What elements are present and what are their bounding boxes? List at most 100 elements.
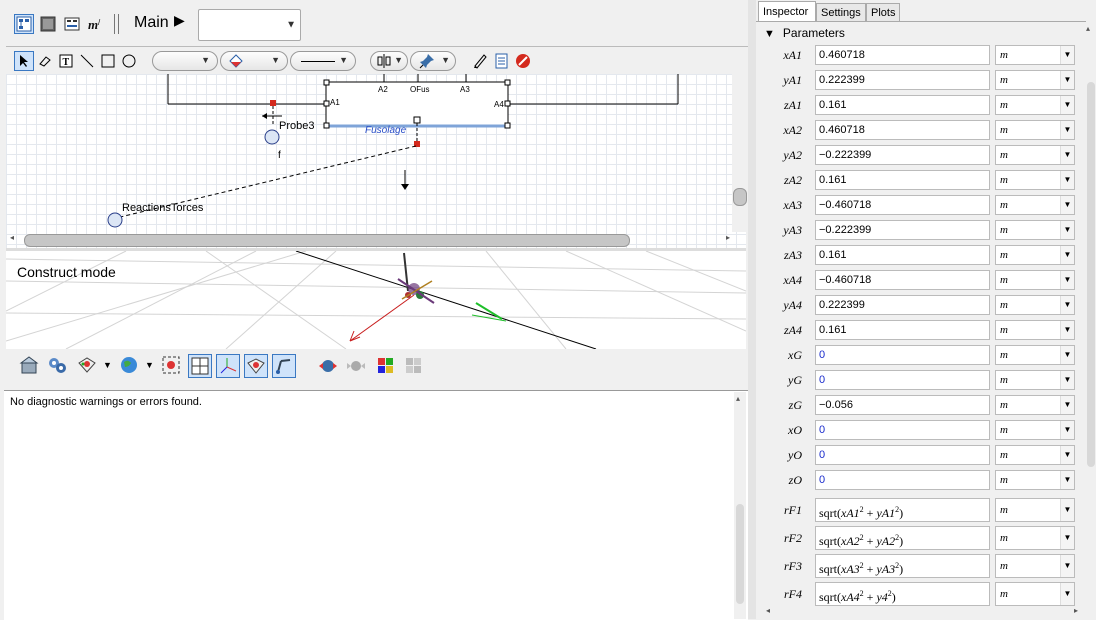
chevron-down-icon[interactable]: ▼ bbox=[1060, 583, 1074, 605]
unit-select[interactable]: m ▼ bbox=[995, 170, 1075, 190]
unit-select[interactable]: m ▼ bbox=[995, 445, 1075, 465]
gears-icon[interactable] bbox=[46, 354, 68, 376]
diagram-vscrollbar[interactable] bbox=[732, 74, 747, 232]
eraser-icon[interactable] bbox=[35, 51, 55, 71]
parameter-expression-input[interactable]: sqrt(xA12 + yA12) bbox=[815, 498, 990, 522]
parameter-expression-input[interactable]: sqrt(xA22 + yA22) bbox=[815, 526, 990, 550]
unit-select[interactable]: m ▼ bbox=[995, 320, 1075, 340]
parameter-value-input[interactable]: −0.460718 bbox=[815, 270, 990, 290]
diagram-vscroll-thumb[interactable] bbox=[733, 188, 747, 206]
scroll-left-icon[interactable]: ◂ bbox=[766, 606, 770, 615]
chevron-down-icon[interactable]: ▼ bbox=[1060, 499, 1074, 521]
unit-select[interactable]: m ▼ bbox=[995, 70, 1075, 90]
chevron-down-icon[interactable]: ▼ bbox=[1060, 446, 1074, 464]
unit-select[interactable]: m ▼ bbox=[995, 295, 1075, 315]
parameter-value-input[interactable]: −0.056 bbox=[815, 395, 990, 415]
text-tool-icon[interactable]: T bbox=[56, 51, 76, 71]
align-dropdown[interactable]: ▼ bbox=[370, 51, 408, 71]
parameter-value-input[interactable]: 0.161 bbox=[815, 320, 990, 340]
scroll-up-icon[interactable]: ▴ bbox=[736, 394, 740, 403]
unit-select[interactable]: m ▼ bbox=[995, 195, 1075, 215]
ellipse-tool-icon[interactable] bbox=[119, 51, 139, 71]
select-arrow-icon[interactable] bbox=[14, 51, 34, 71]
unit-select[interactable]: m ▼ bbox=[995, 270, 1075, 290]
unit-select[interactable]: m ▼ bbox=[995, 95, 1075, 115]
chevron-down-icon[interactable]: ▼ bbox=[1060, 96, 1074, 114]
chevron-down-icon[interactable]: ▼ bbox=[1060, 46, 1074, 64]
scroll-right-icon[interactable]: ▸ bbox=[726, 233, 730, 242]
puzzle-gray-icon[interactable] bbox=[402, 354, 426, 378]
rectangle-tool-icon[interactable] bbox=[98, 51, 118, 71]
fit-view-icon[interactable] bbox=[160, 354, 182, 376]
scroll-up-icon[interactable]: ▴ bbox=[1086, 24, 1090, 33]
tab-inspector[interactable]: Inspector bbox=[758, 1, 816, 21]
diagram-hscroll-thumb[interactable] bbox=[24, 234, 630, 247]
scroll-left-icon[interactable]: ◂ bbox=[10, 233, 14, 242]
axes-toggle-icon[interactable] bbox=[216, 354, 240, 378]
unit-select[interactable]: m ▼ bbox=[995, 498, 1075, 522]
chevron-down-icon[interactable]: ▼ bbox=[1060, 555, 1074, 577]
pen-icon[interactable] bbox=[470, 51, 490, 71]
connector-dropdown[interactable]: ▼ bbox=[410, 51, 456, 71]
collapse-triangle-icon[interactable]: ▼ bbox=[764, 28, 775, 40]
parameter-value-input[interactable]: 0.460718 bbox=[815, 45, 990, 65]
parameters-section-header[interactable]: ▼ Parameters bbox=[764, 26, 845, 40]
parameter-value-input[interactable]: −0.222399 bbox=[815, 220, 990, 240]
inspector-vscrollbar[interactable]: ▴ bbox=[1086, 22, 1096, 619]
component-toggle-icon[interactable] bbox=[244, 354, 268, 378]
parameter-value-input[interactable]: 0 bbox=[815, 445, 990, 465]
parameter-value-input[interactable]: 0 bbox=[815, 470, 990, 490]
unit-select[interactable]: m ▼ bbox=[995, 145, 1075, 165]
chevron-down-icon[interactable]: ▼ bbox=[1060, 221, 1074, 239]
globe-icon[interactable] bbox=[118, 354, 140, 376]
chevron-down-icon[interactable]: ▼ bbox=[1060, 71, 1074, 89]
parameter-expression-input[interactable]: sqrt(xA32 + yA32) bbox=[815, 554, 990, 578]
chevron-down-icon[interactable]: ▼ bbox=[1060, 346, 1074, 364]
chevron-down-icon[interactable]: ▼ bbox=[1060, 146, 1074, 164]
chevron-down-icon[interactable]: ▼ bbox=[1060, 296, 1074, 314]
unit-select[interactable]: m ▼ bbox=[995, 526, 1075, 550]
chevron-down-icon[interactable]: ▼ bbox=[1060, 196, 1074, 214]
explode-icon[interactable] bbox=[316, 354, 340, 378]
inspector-hscrollbar[interactable]: ◂ ▸ bbox=[760, 606, 1086, 619]
unit-select[interactable]: m ▼ bbox=[995, 370, 1075, 390]
parameter-value-input[interactable]: 0 bbox=[815, 420, 990, 440]
fill-color-dropdown[interactable]: ▼ bbox=[220, 51, 288, 71]
diagram-canvas[interactable]: A1 A2 OFus A3 A4 Fusolage Probe3 f React… bbox=[6, 74, 746, 250]
play-icon[interactable]: ▶ bbox=[174, 12, 185, 29]
unit-select[interactable]: m ▼ bbox=[995, 220, 1075, 240]
diagram-view-icon[interactable] bbox=[14, 14, 34, 34]
chevron-down-icon[interactable]: ▼ bbox=[1060, 421, 1074, 439]
chevron-down-icon[interactable]: ▼ bbox=[145, 360, 154, 370]
unit-select[interactable]: m ▼ bbox=[995, 420, 1075, 440]
parameter-expression-input[interactable]: sqrt(xA42 + y42) bbox=[815, 582, 990, 606]
panel-splitter[interactable] bbox=[748, 0, 756, 619]
line-style-dropdown[interactable]: ▼ bbox=[290, 51, 356, 71]
chevron-down-icon[interactable]: ▼ bbox=[103, 360, 112, 370]
chevron-down-icon[interactable]: ▼ bbox=[1060, 271, 1074, 289]
parameters-view-icon[interactable] bbox=[62, 14, 82, 34]
parameter-value-input[interactable]: 0.161 bbox=[815, 245, 990, 265]
diagnostics-vscrollbar[interactable]: ▴ bbox=[734, 392, 746, 619]
puzzle-color-icon[interactable] bbox=[374, 354, 398, 378]
unit-select[interactable]: m ▼ bbox=[995, 554, 1075, 578]
unit-select[interactable]: m ▼ bbox=[995, 470, 1075, 490]
parameter-value-input[interactable]: −0.222399 bbox=[815, 145, 990, 165]
parameter-value-input[interactable]: 0.161 bbox=[815, 170, 990, 190]
unit-select[interactable]: m ▼ bbox=[995, 45, 1075, 65]
parameter-value-input[interactable]: 0 bbox=[815, 370, 990, 390]
parameter-value-input[interactable]: 0.222399 bbox=[815, 295, 990, 315]
tab-settings[interactable]: Settings bbox=[816, 3, 866, 21]
diagnostics-vscroll-thumb[interactable] bbox=[736, 504, 744, 604]
unit-select[interactable]: m ▼ bbox=[995, 582, 1075, 606]
parameter-value-input[interactable]: 0.161 bbox=[815, 95, 990, 115]
parameter-value-input[interactable]: −0.460718 bbox=[815, 195, 990, 215]
document-icon[interactable] bbox=[492, 51, 512, 71]
unit-select[interactable]: m ▼ bbox=[995, 395, 1075, 415]
chevron-down-icon[interactable]: ▼ bbox=[1060, 321, 1074, 339]
unit-select[interactable]: m ▼ bbox=[995, 120, 1075, 140]
icon-view-icon[interactable] bbox=[38, 14, 58, 34]
chevron-down-icon[interactable]: ▼ bbox=[1060, 121, 1074, 139]
model-selector-combo[interactable]: ▼ bbox=[198, 9, 301, 41]
parameter-value-input[interactable]: 0 bbox=[815, 345, 990, 365]
